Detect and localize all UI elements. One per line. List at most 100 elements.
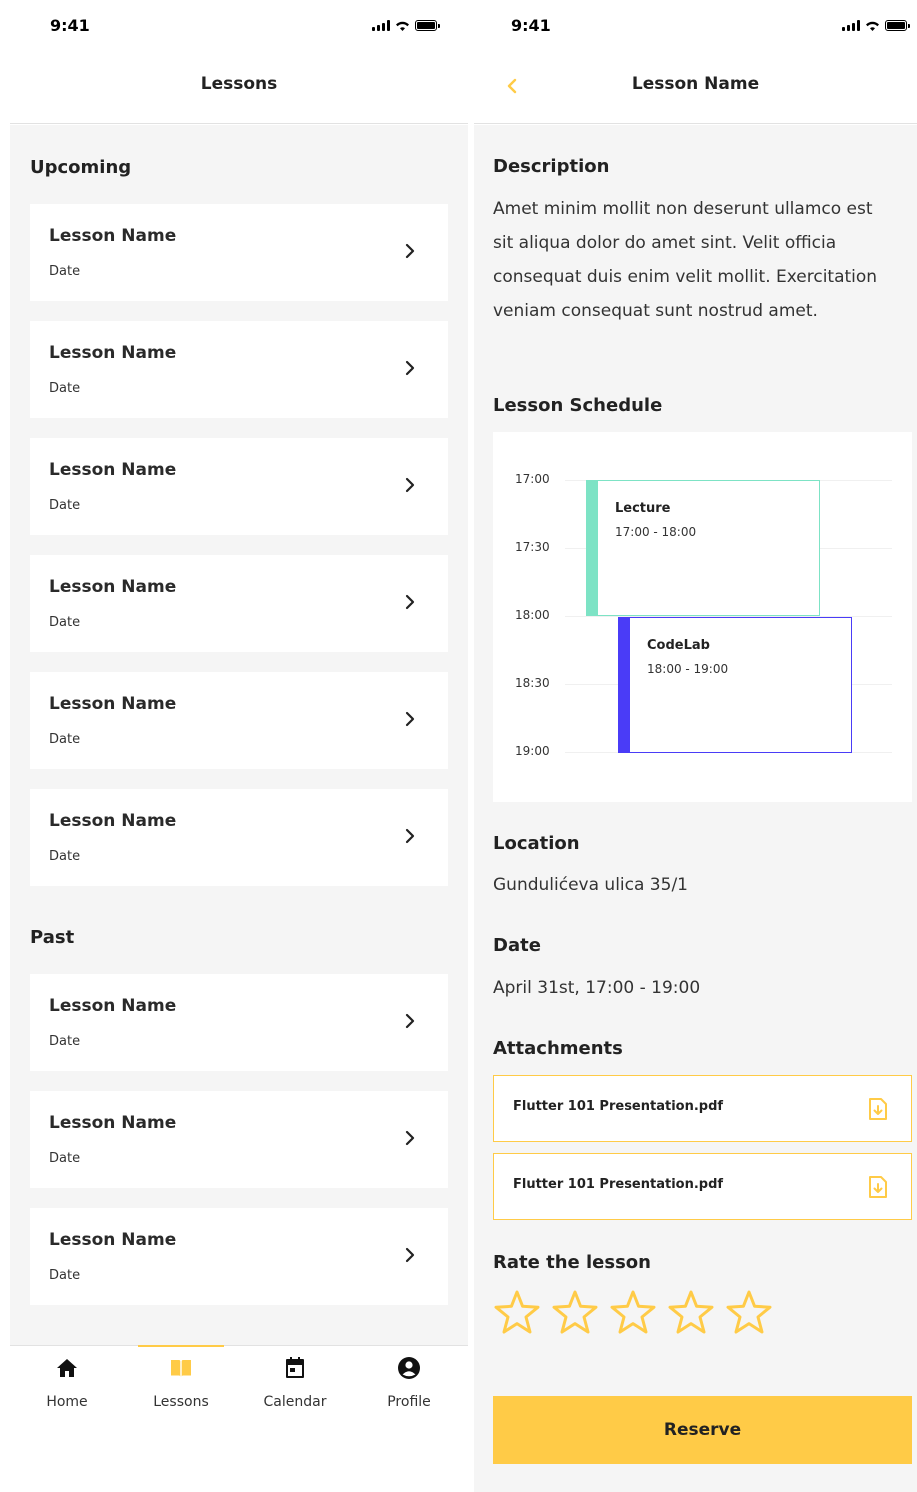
lesson-name: Lesson Name [49,343,177,363]
upcoming-lesson-card[interactable]: Lesson Name Date [30,438,448,535]
description-heading: Description [493,156,610,177]
calendar-icon [286,1357,304,1378]
star-icon[interactable] [551,1289,599,1335]
lesson-detail-screen: 9:41 Lesson Name Description Amet minim … [474,0,917,1492]
lesson-date: Date [49,381,81,396]
past-lesson-card[interactable]: Lesson Name Date [30,974,448,1071]
lesson-name: Lesson Name [49,577,177,597]
star-rating [493,1289,773,1335]
chevron-right-icon [405,1013,415,1029]
lessons-list: Upcoming Lesson Name Date Lesson Name Da… [10,125,468,1345]
chevron-right-icon [405,828,415,844]
upcoming-lesson-card[interactable]: Lesson Name Date [30,204,448,301]
lesson-date: Date [49,615,81,630]
wifi-icon [866,21,879,31]
download-file-icon[interactable] [865,1174,891,1200]
lesson-date: Date [49,732,81,747]
chevron-right-icon [405,1247,415,1263]
lesson-date: Date [49,264,81,279]
chevron-right-icon [405,1130,415,1146]
past-section-title: Past [30,927,75,948]
lesson-schedule: 17:00 17:30 18:00 18:30 19:00 Lecture 17… [493,432,912,802]
time-label: 18:30 [515,676,550,690]
status-bar: 9:41 [10,0,468,50]
battery-icon [885,20,910,31]
attachment-name: Flutter 101 Presentation.pdf [513,1099,724,1114]
tab-lessons[interactable]: Lessons [124,1345,238,1426]
past-lesson-card[interactable]: Lesson Name Date [30,1208,448,1305]
attachment-item[interactable]: Flutter 101 Presentation.pdf [493,1153,912,1220]
signal-icon [842,20,860,31]
time-label: 17:30 [515,540,550,554]
chevron-right-icon [405,477,415,493]
upcoming-lesson-card[interactable]: Lesson Name Date [30,321,448,418]
tab-home[interactable]: Home [10,1346,124,1426]
date-text: April 31st, 17:00 - 19:00 [493,978,701,998]
upcoming-lesson-card[interactable]: Lesson Name Date [30,672,448,769]
lesson-name: Lesson Name [49,226,177,246]
lesson-date: Date [49,1268,81,1283]
status-time: 9:41 [50,16,90,35]
app-bar: Lessons [10,50,468,124]
lesson-details: Description Amet minim mollit non deseru… [474,125,917,1492]
bottom-tab-bar: Home Lessons Calendar Profile [10,1345,468,1492]
location-text: Gundulićeva ulica 35/1 [493,875,688,895]
chevron-right-icon [405,243,415,259]
active-tab-indicator [138,1345,224,1347]
chevron-right-icon [405,594,415,610]
event-time: 18:00 - 19:00 [647,662,729,676]
lesson-date: Date [49,1151,81,1166]
lesson-date: Date [49,1034,81,1049]
star-icon[interactable] [667,1289,715,1335]
upcoming-lesson-card[interactable]: Lesson Name Date [30,789,448,886]
tab-profile[interactable]: Profile [352,1346,466,1426]
upcoming-section-title: Upcoming [30,157,132,178]
time-label: 18:00 [515,608,550,622]
status-time: 9:41 [511,16,551,35]
event-title: Lecture [615,501,671,516]
signal-icon [372,20,390,31]
lesson-date: Date [49,849,81,864]
star-icon[interactable] [609,1289,657,1335]
lesson-date: Date [49,498,81,513]
lesson-name: Lesson Name [49,1230,177,1250]
upcoming-lesson-card[interactable]: Lesson Name Date [30,555,448,652]
page-title: Lessons [200,74,278,94]
book-icon [171,1360,191,1377]
lesson-name: Lesson Name [49,1113,177,1133]
app-bar: Lesson Name [474,50,917,124]
battery-icon [415,20,440,31]
chevron-right-icon [405,711,415,727]
attachments-heading: Attachments [493,1038,623,1059]
time-label: 19:00 [515,744,550,758]
lesson-name: Lesson Name [49,811,177,831]
lessons-screen: 9:41 Lessons Upcoming Lesson Name Date L… [10,0,468,1492]
home-icon [57,1359,77,1377]
lesson-name: Lesson Name [49,694,177,714]
event-time: 17:00 - 18:00 [615,525,697,539]
status-bar: 9:41 [474,0,917,50]
time-label: 17:00 [515,472,550,486]
attachment-item[interactable]: Flutter 101 Presentation.pdf [493,1075,912,1142]
past-lesson-card[interactable]: Lesson Name Date [30,1091,448,1188]
lecture-event[interactable]: Lecture 17:00 - 18:00 [586,480,820,616]
attachment-name: Flutter 101 Presentation.pdf [513,1177,724,1192]
star-icon[interactable] [493,1289,541,1335]
schedule-heading: Lesson Schedule [493,395,663,416]
page-title: Lesson Name [631,74,760,94]
tab-calendar[interactable]: Calendar [238,1346,352,1426]
description-text: Amet minim mollit non deserunt ullamco e… [493,199,878,321]
reserve-button[interactable]: Reserve [493,1396,912,1464]
date-heading: Date [493,935,541,956]
location-heading: Location [493,833,580,854]
event-title: CodeLab [647,638,710,653]
lesson-name: Lesson Name [49,996,177,1016]
codelab-event[interactable]: CodeLab 18:00 - 19:00 [618,617,852,753]
rate-heading: Rate the lesson [493,1252,651,1273]
star-icon[interactable] [725,1289,773,1335]
profile-icon [398,1357,420,1379]
lesson-name: Lesson Name [49,460,177,480]
wifi-icon [396,21,409,31]
chevron-right-icon [405,360,415,376]
download-file-icon[interactable] [865,1096,891,1122]
